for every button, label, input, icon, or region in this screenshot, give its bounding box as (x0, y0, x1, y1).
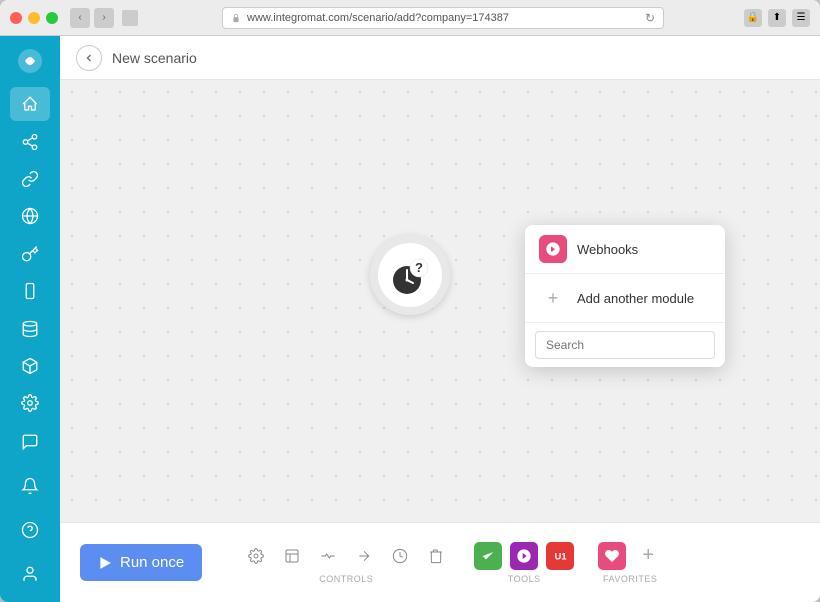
search-input[interactable] (535, 331, 715, 359)
route-tool[interactable] (314, 542, 342, 570)
link-icon (21, 170, 39, 188)
trigger-module[interactable]: ? (370, 235, 450, 315)
back-nav-button[interactable]: ‹ (70, 8, 90, 28)
address-bar[interactable]: www.integromat.com/scenario/add?company=… (222, 7, 664, 29)
settings-icon (21, 394, 39, 412)
module-inner: ? (378, 243, 442, 307)
url-text: www.integromat.com/scenario/add?company=… (247, 12, 509, 24)
sidebar-item-webhooks[interactable] (10, 200, 50, 233)
run-once-button[interactable]: Run once (80, 544, 202, 581)
sidebar-item-keys[interactable] (10, 237, 50, 270)
topbar: New scenario (60, 36, 820, 80)
bottom-toolbar: Run once (60, 522, 820, 602)
svg-text:?: ? (415, 260, 423, 275)
back-button[interactable] (76, 45, 102, 71)
tools-label: TOOLS (508, 574, 541, 584)
security-icon[interactable]: 🔒 (744, 9, 762, 27)
play-icon (98, 556, 112, 570)
controls-items (242, 542, 450, 570)
tools-items: U1 (474, 542, 574, 570)
sidebar-item-settings[interactable] (10, 387, 50, 420)
minimize-button[interactable] (28, 12, 40, 24)
window-icon (122, 10, 138, 26)
sidebar-bottom (10, 422, 50, 594)
trash-tool[interactable] (422, 542, 450, 570)
favorite-webhook-tool[interactable] (598, 542, 626, 570)
green-tool[interactable] (474, 542, 502, 570)
webhook-svg-icon (545, 241, 561, 257)
content-area: New scenario (60, 36, 820, 602)
lock-icon (231, 13, 241, 23)
logo-icon (16, 47, 44, 75)
mobile-icon (21, 282, 39, 300)
sidebar-toggle-icon[interactable]: ☰ (792, 9, 810, 27)
sidebar-item-connections[interactable] (10, 162, 50, 195)
tools-group: U1 TOOLS (474, 542, 574, 584)
toolbar-groups: CONTROLS U1 (242, 542, 662, 584)
chat-icon (21, 433, 39, 451)
key-icon (21, 245, 39, 263)
titlebar: ‹ › www.integromat.com/scenario/add?comp… (0, 0, 820, 36)
sidebar-item-datastores[interactable] (10, 312, 50, 345)
user-icon (21, 565, 39, 583)
clock-tool[interactable] (386, 542, 414, 570)
app-body: New scenario (0, 36, 820, 602)
scenario-canvas[interactable]: ? Webhooks + Add another mo (60, 80, 820, 522)
controls-label: CONTROLS (319, 574, 373, 584)
browser-window: ‹ › www.integromat.com/scenario/add?comp… (0, 0, 820, 602)
sidebar-item-apps[interactable] (10, 349, 50, 382)
maximize-button[interactable] (46, 12, 58, 24)
refresh-icon[interactable]: ↻ (645, 11, 655, 25)
favorites-items: + (598, 542, 662, 570)
arrow-tool[interactable] (350, 542, 378, 570)
scenario-title: New scenario (112, 50, 197, 66)
help-icon (21, 521, 39, 539)
sidebar-item-devices[interactable] (10, 274, 50, 307)
home-icon (21, 95, 39, 113)
sidebar-item-home[interactable] (10, 87, 50, 120)
database-icon (21, 320, 39, 338)
add-favorite-tool[interactable]: + (634, 542, 662, 570)
webhooks-icon (539, 235, 567, 263)
logo (12, 44, 48, 77)
controls-group: CONTROLS (242, 542, 450, 584)
purple-tool[interactable] (510, 542, 538, 570)
notes-tool[interactable] (278, 542, 306, 570)
nav-buttons: ‹ › (70, 8, 114, 28)
share-icon[interactable]: ⬆ (768, 9, 786, 27)
add-module-icon: + (539, 284, 567, 312)
bell-icon (21, 477, 39, 495)
svg-text:U1: U1 (555, 551, 567, 561)
cube-icon (21, 357, 39, 375)
clock-question-icon: ? (385, 250, 435, 300)
webhooks-label: Webhooks (577, 242, 638, 257)
settings-tool[interactable] (242, 542, 270, 570)
favorites-group: + FAVORITES (598, 542, 662, 584)
back-arrow-icon (84, 53, 94, 63)
module-popup: Webhooks + Add another module (525, 225, 725, 367)
globe-icon (21, 207, 39, 225)
sidebar-item-profile[interactable] (10, 556, 50, 592)
sidebar-item-share[interactable] (10, 125, 50, 158)
popup-search-container (525, 323, 725, 367)
add-module-label: Add another module (577, 291, 694, 306)
sidebar (0, 36, 60, 602)
forward-nav-button[interactable]: › (94, 8, 114, 28)
titlebar-right: 🔒 ⬆ ☰ (744, 9, 810, 27)
close-button[interactable] (10, 12, 22, 24)
run-once-label: Run once (120, 554, 184, 571)
sidebar-item-notifications[interactable] (10, 468, 50, 504)
add-module-option[interactable]: + Add another module (525, 274, 725, 322)
sidebar-item-chat[interactable] (10, 424, 50, 460)
share-icon (21, 133, 39, 151)
sidebar-item-help[interactable] (10, 512, 50, 548)
red-tool[interactable]: U1 (546, 542, 574, 570)
traffic-lights (10, 12, 58, 24)
webhooks-option[interactable]: Webhooks (525, 225, 725, 273)
favorites-label: FAVORITES (603, 574, 657, 584)
